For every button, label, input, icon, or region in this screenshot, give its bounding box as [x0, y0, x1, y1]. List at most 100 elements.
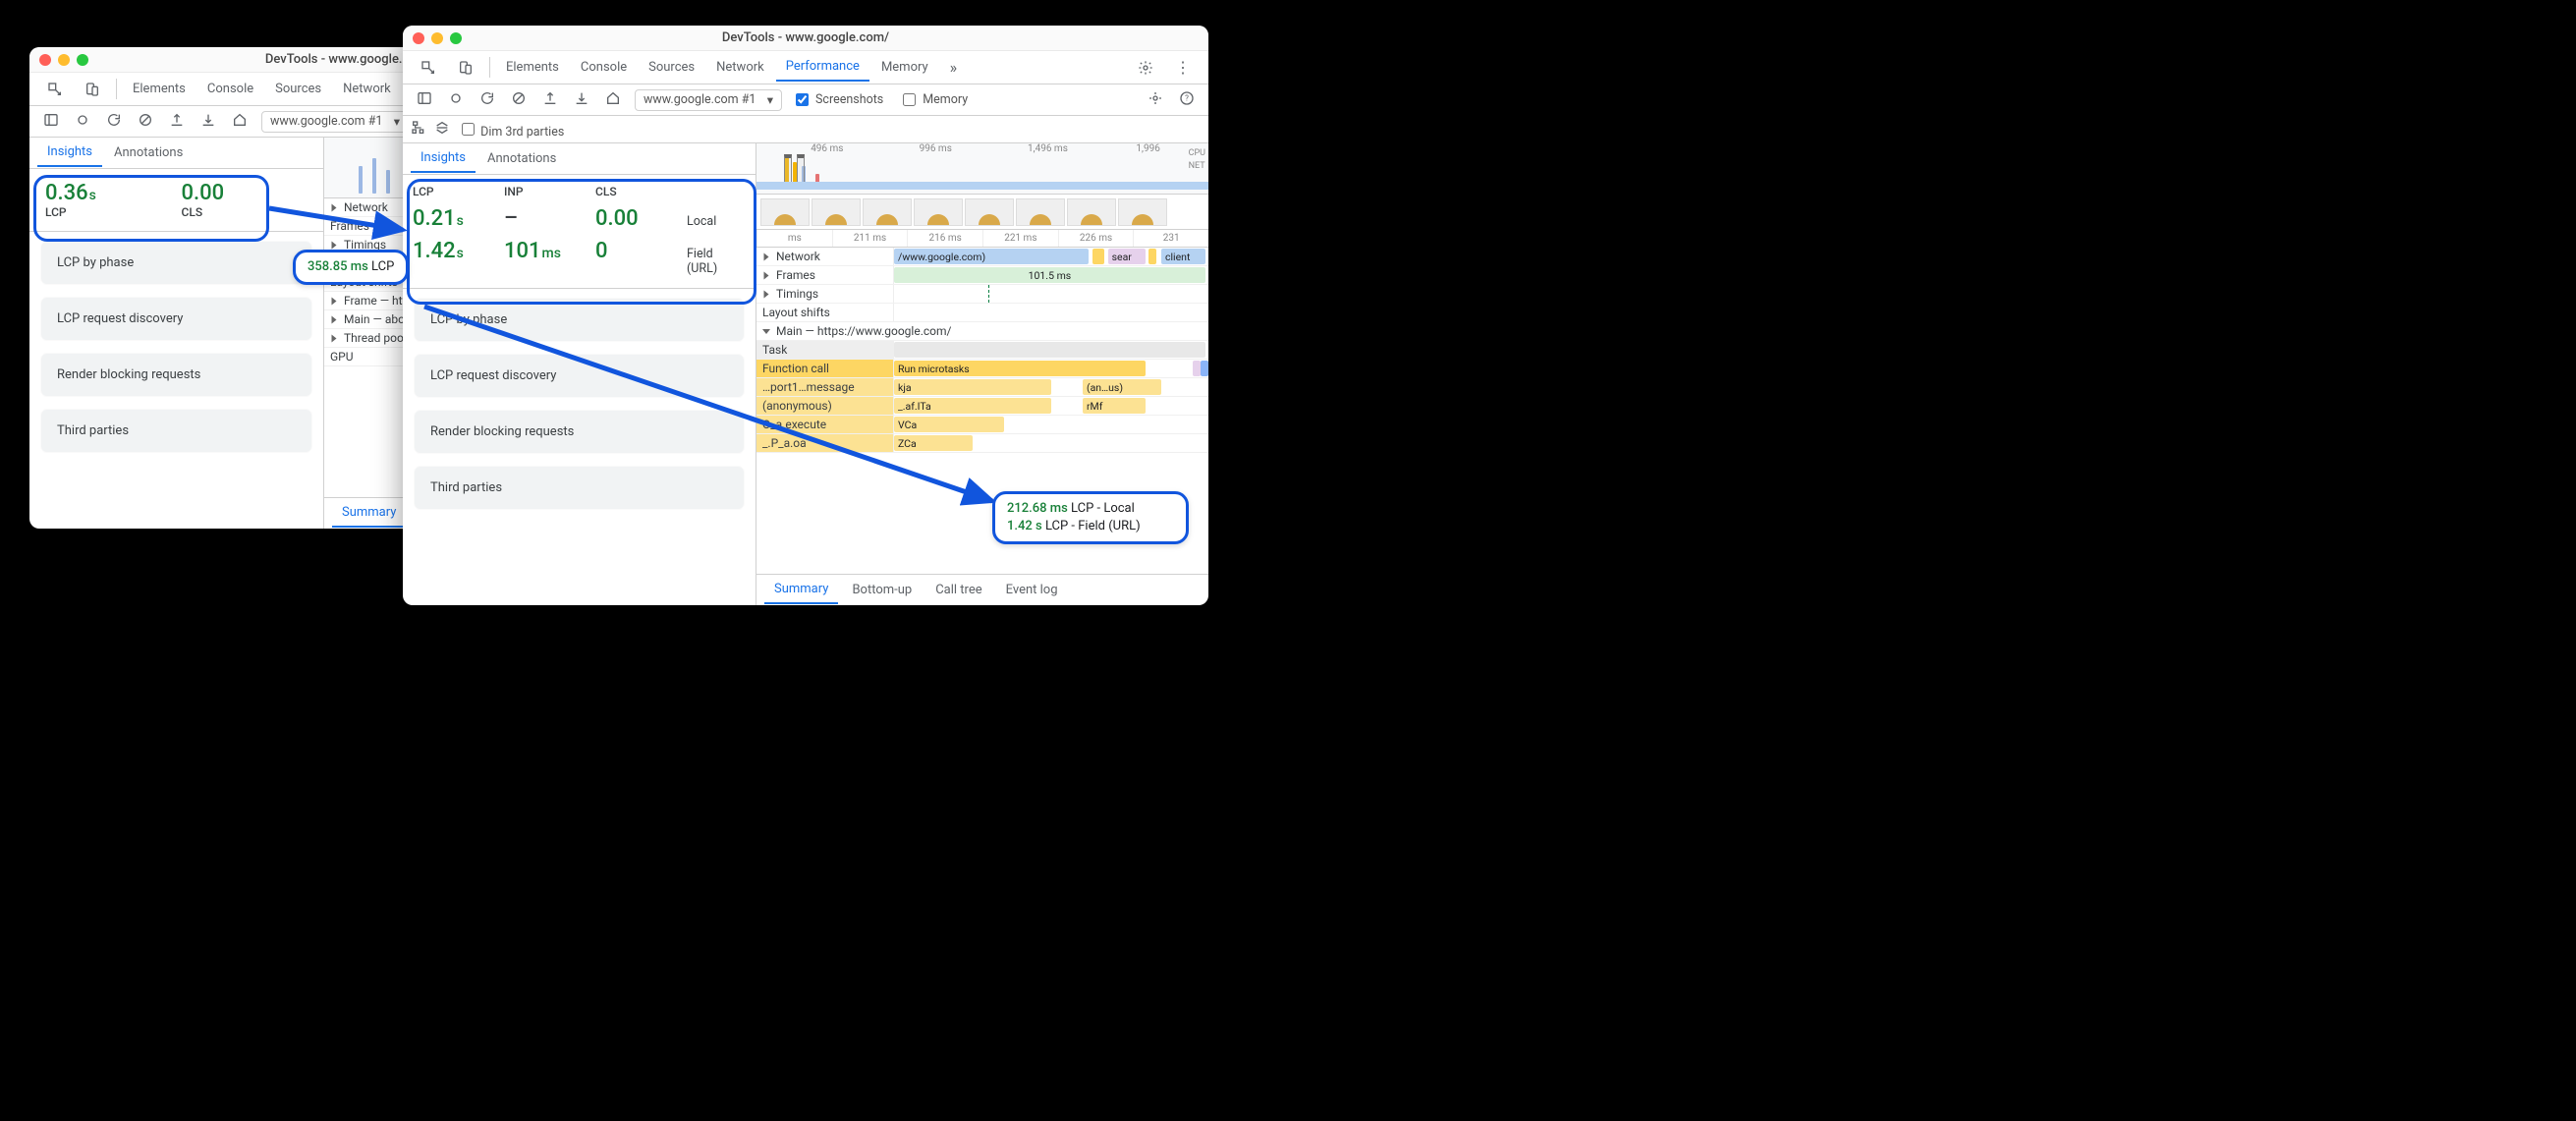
collapse-icon[interactable] [434, 120, 450, 140]
insight-item[interactable]: LCP request discovery [415, 355, 744, 397]
recording-selector-dropdown[interactable]: www.google.com #1 ▾ [261, 111, 409, 133]
flame-segment[interactable]: (an…us) [1083, 379, 1161, 395]
reload-record-icon[interactable] [474, 86, 501, 114]
track-threadpool[interactable]: Thread pool [344, 331, 407, 345]
dim-third-parties-checkbox[interactable]: Dim 3rd parties [458, 120, 564, 140]
screenshots-checkbox-input[interactable] [796, 93, 809, 106]
flame-segment[interactable]: _.P_a.oa [756, 434, 894, 452]
close-window-icon[interactable] [413, 32, 424, 44]
tab-network[interactable]: Network [706, 54, 774, 81]
tab-annotations[interactable]: Annotations [477, 145, 566, 172]
flame-function-call[interactable]: Function call [756, 360, 894, 377]
upload-icon[interactable] [163, 108, 191, 136]
clear-icon[interactable] [132, 108, 159, 136]
insight-item[interactable]: LCP by phase [415, 299, 744, 341]
screenshot-thumb[interactable] [1016, 198, 1065, 226]
tab-insights[interactable]: Insights [37, 139, 102, 167]
tab-annotations[interactable]: Annotations [104, 140, 193, 166]
flame-segment[interactable]: O_a.execute [756, 416, 894, 433]
help-icon[interactable]: ? [1173, 86, 1201, 114]
record-icon[interactable] [69, 108, 96, 136]
track-layout-shifts[interactable]: Layout shifts [756, 304, 894, 321]
memory-checkbox-input[interactable] [903, 93, 916, 106]
tab-summary[interactable]: Summary [764, 576, 838, 604]
insight-item[interactable]: Third parties [415, 467, 744, 509]
dim-checkbox-input[interactable] [462, 123, 475, 136]
download-icon[interactable] [568, 86, 595, 114]
flame-segment[interactable]: _.af.ITa [894, 398, 1051, 414]
insight-item[interactable]: LCP by phase [41, 242, 311, 284]
tab-sources[interactable]: Sources [639, 54, 704, 81]
tab-elements[interactable]: Elements [123, 76, 196, 102]
flame-segment[interactable]: rMf [1083, 398, 1146, 414]
frames-segment[interactable]: 101.5 ms [894, 267, 1205, 283]
insight-item[interactable]: Third parties [41, 410, 311, 452]
device-toggle-icon[interactable] [75, 76, 110, 103]
memory-checkbox[interactable]: Memory [893, 90, 974, 109]
reload-record-icon[interactable] [100, 108, 128, 136]
tab-memory[interactable]: Memory [871, 54, 938, 81]
track-main[interactable]: Main — https://www.google.com/ [776, 324, 951, 338]
tab-bottom-up[interactable]: Bottom-up [842, 577, 922, 603]
flame-segment[interactable]: …port1…message [756, 378, 894, 396]
tab-sources[interactable]: Sources [265, 76, 331, 102]
flame-task[interactable]: Task [756, 341, 894, 359]
tab-insights[interactable]: Insights [411, 144, 476, 173]
settings-icon[interactable] [1128, 54, 1163, 82]
capture-settings-icon[interactable] [1142, 86, 1169, 114]
minimize-window-icon[interactable] [58, 54, 70, 66]
time-ruler[interactable]: ms 211 ms 216 ms 221 ms 226 ms 231 [756, 230, 1208, 248]
window-controls[interactable] [413, 32, 462, 44]
minimize-window-icon[interactable] [431, 32, 443, 44]
insight-item[interactable]: Render blocking requests [415, 411, 744, 453]
flame-segment[interactable]: kja [894, 379, 1051, 395]
tab-summary[interactable]: Summary [332, 499, 406, 528]
track-network[interactable]: Network [776, 250, 820, 263]
screenshot-thumb[interactable] [1067, 198, 1116, 226]
flame-segment[interactable]: ZCa [894, 435, 973, 451]
tab-console[interactable]: Console [197, 76, 263, 102]
network-segment[interactable]: client [1161, 249, 1205, 264]
insight-item[interactable]: Render blocking requests [41, 354, 311, 396]
window-controls[interactable] [39, 54, 88, 66]
kebab-menu-icon[interactable]: ⋮ [1165, 52, 1201, 83]
track-network[interactable]: Network [344, 200, 388, 214]
screenshot-thumb[interactable] [1118, 198, 1167, 226]
screenshot-thumb[interactable] [863, 198, 912, 226]
tab-event-log[interactable]: Event log [996, 577, 1068, 603]
flame-segment[interactable]: (anonymous) [756, 397, 894, 415]
clear-icon[interactable] [505, 86, 532, 114]
inspect-icon[interactable] [411, 54, 446, 82]
screenshots-checkbox[interactable]: Screenshots [786, 90, 889, 109]
track-timings[interactable]: Timings [776, 287, 818, 301]
more-tabs-icon[interactable]: » [940, 52, 968, 83]
insight-item[interactable]: LCP request discovery [41, 298, 311, 340]
track-frames[interactable]: Frames [776, 268, 815, 282]
tab-console[interactable]: Console [571, 54, 637, 81]
record-icon[interactable] [442, 86, 470, 114]
flame-segment[interactable]: Run microtasks [894, 361, 1146, 376]
maximize-window-icon[interactable] [77, 54, 88, 66]
screenshots-filmstrip[interactable] [756, 195, 1208, 230]
network-segment[interactable]: /www.google.com) [894, 249, 1089, 264]
toggle-sidebar-icon[interactable] [411, 86, 438, 114]
screenshot-thumb[interactable] [812, 198, 861, 226]
maximize-window-icon[interactable] [450, 32, 462, 44]
close-window-icon[interactable] [39, 54, 51, 66]
overview-minimap[interactable]: 496 ms 996 ms 1,496 ms 1,996 CPU NET [756, 143, 1208, 195]
upload-icon[interactable] [536, 86, 564, 114]
recording-selector-dropdown[interactable]: www.google.com #1 ▾ [635, 89, 782, 111]
device-toggle-icon[interactable] [448, 54, 483, 82]
toggle-sidebar-icon[interactable] [37, 108, 65, 136]
screenshot-thumb[interactable] [914, 198, 963, 226]
download-icon[interactable] [195, 108, 222, 136]
tab-network[interactable]: Network [333, 76, 401, 102]
screenshot-thumb[interactable] [760, 198, 810, 226]
hierarchy-icon[interactable] [411, 120, 426, 140]
tab-performance[interactable]: Performance [776, 53, 869, 82]
network-segment[interactable]: sear [1108, 249, 1146, 264]
tab-call-tree[interactable]: Call tree [925, 577, 991, 603]
flame-segment[interactable]: VCa [894, 417, 1004, 432]
inspect-icon[interactable] [37, 76, 73, 103]
home-icon[interactable] [599, 86, 627, 114]
